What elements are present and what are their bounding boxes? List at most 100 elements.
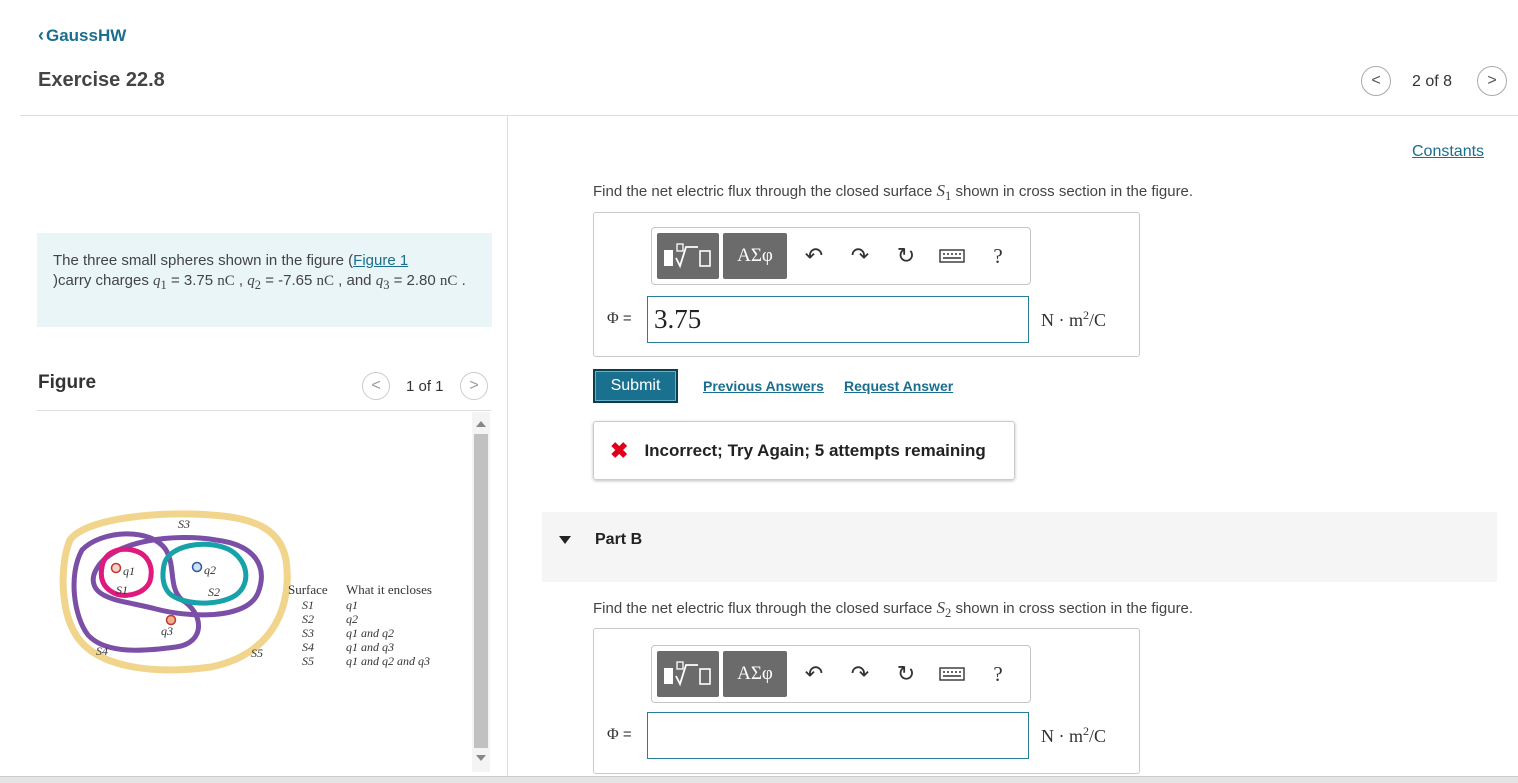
back-link-label: GaussHW xyxy=(46,25,127,45)
label-q3: q3 xyxy=(161,624,173,638)
table-surface-cell: S5 xyxy=(302,654,314,668)
label-s1: S1 xyxy=(116,583,128,597)
chevron-left-icon: < xyxy=(371,377,381,394)
part-a-question: Find the net electric flux through the c… xyxy=(593,181,1193,204)
help-icon[interactable]: ? xyxy=(975,651,1021,697)
table-surface-cell: S3 xyxy=(302,626,314,640)
units-text: /C xyxy=(1089,726,1107,746)
equals-sign: = xyxy=(618,726,632,743)
chevron-right-icon: > xyxy=(469,377,479,394)
part-b-header[interactable] xyxy=(542,512,1497,582)
keyboard-icon[interactable] xyxy=(929,233,975,279)
units-label: N · m2/C xyxy=(1041,724,1106,747)
gauss-surfaces-figure: q1 S1 q2 S2 S3 q3 S4 S5 Surface What it … xyxy=(59,510,432,674)
question-text: Find the net electric flux through the c… xyxy=(593,183,937,200)
templates-button[interactable] xyxy=(657,651,719,697)
header-divider xyxy=(20,115,1518,116)
caret-down-icon[interactable] xyxy=(559,536,571,544)
equals-sign: = xyxy=(618,310,632,327)
feedback-text: Incorrect; Try Again; 5 attempts remaini… xyxy=(644,440,986,460)
part-b-question: Find the net electric flux through the c… xyxy=(593,598,1193,621)
chevron-left-icon: ‹ xyxy=(38,25,44,45)
help-icon[interactable]: ? xyxy=(975,233,1021,279)
templates-button[interactable] xyxy=(657,233,719,279)
charge-value: = 3.75 xyxy=(166,272,218,289)
phi-label: Φ = xyxy=(607,310,632,328)
units-text: /C xyxy=(1089,310,1107,330)
table-surface-cell: S2 xyxy=(302,612,314,626)
phi-symbol: Φ xyxy=(607,726,619,743)
next-figure-button[interactable]: > xyxy=(460,372,488,400)
undo-icon[interactable]: ↶ xyxy=(791,651,837,697)
units-text: N · m xyxy=(1041,310,1083,330)
prev-figure-button[interactable]: < xyxy=(362,372,390,400)
label-s4: S4 xyxy=(96,644,108,658)
incorrect-x-icon: ✖ xyxy=(610,437,629,463)
label-q2: q2 xyxy=(204,563,216,577)
scroll-up-arrow-icon[interactable] xyxy=(476,421,486,427)
back-link[interactable]: ‹ GaussHW xyxy=(38,25,126,46)
problem-text: , xyxy=(234,272,248,289)
column-divider xyxy=(507,116,508,783)
charge-value: = 2.80 xyxy=(389,272,440,289)
next-exercise-button[interactable]: > xyxy=(1477,66,1507,96)
reset-icon[interactable]: ↻ xyxy=(883,233,929,279)
reset-icon[interactable]: ↻ xyxy=(883,651,929,697)
templates-icon xyxy=(664,661,711,687)
scroll-down-arrow-icon[interactable] xyxy=(476,755,486,761)
prev-exercise-button[interactable]: < xyxy=(1361,66,1391,96)
math-toolbar: ΑΣφ ↶ ↷ ↻ ? xyxy=(651,227,1031,285)
problem-text: )carry charges xyxy=(53,272,154,289)
label-s5: S5 xyxy=(251,646,263,660)
label-s3: S3 xyxy=(178,517,190,531)
units-label: N · m2/C xyxy=(1041,308,1106,331)
submit-button[interactable]: Submit xyxy=(593,369,678,403)
charge-unit: nC xyxy=(316,273,334,289)
constants-link[interactable]: Constants xyxy=(1412,143,1484,161)
charge-symbol: q xyxy=(247,273,255,289)
figure-scrollbar-thumb[interactable] xyxy=(474,434,488,748)
problem-text: , and xyxy=(334,272,376,289)
question-text: Find the net electric flux through the c… xyxy=(593,600,937,617)
redo-icon[interactable]: ↷ xyxy=(837,651,883,697)
feedback-message: ✖ Incorrect; Try Again; 5 attempts remai… xyxy=(593,421,1015,480)
math-toolbar: ΑΣφ ↶ ↷ ↻ ? xyxy=(651,645,1031,703)
table-encloses-cell: q1 and q3 xyxy=(346,640,394,654)
charge-unit: nC xyxy=(439,273,458,289)
part-a-answer-box: ΑΣφ ↶ ↷ ↻ ? Φ = 3.75 N · m2/C xyxy=(593,212,1140,357)
table-encloses-cell: q1 and q2 xyxy=(346,626,394,640)
charge-unit: nC xyxy=(217,273,235,289)
table-encloses-cell: q1 xyxy=(346,598,358,612)
phi-symbol: Φ xyxy=(607,310,619,327)
charge-value: = -7.65 xyxy=(261,272,317,289)
problem-statement: The three small spheres shown in the fig… xyxy=(37,233,492,327)
table-surface-cell: S1 xyxy=(302,598,314,612)
phi-label: Φ = xyxy=(607,726,632,744)
question-text: shown in cross section in the figure. xyxy=(951,600,1194,617)
keyboard-icon[interactable] xyxy=(929,651,975,697)
redo-icon[interactable]: ↷ xyxy=(837,233,883,279)
part-b-title: Part B xyxy=(595,531,643,548)
greek-symbols-button[interactable]: ΑΣφ xyxy=(723,651,787,697)
table-encloses-cell: q1 and q2 and q3 xyxy=(346,654,430,668)
surface-symbol: S xyxy=(936,598,946,617)
undo-icon[interactable]: ↶ xyxy=(791,233,837,279)
table-header-encloses: What it encloses xyxy=(346,582,432,597)
label-s2: S2 xyxy=(208,585,220,599)
table-encloses-cell: q2 xyxy=(346,612,358,626)
chevron-right-icon: > xyxy=(1487,72,1497,89)
greek-symbols-button[interactable]: ΑΣφ xyxy=(723,233,787,279)
exercise-pager: 2 of 8 xyxy=(1412,73,1453,90)
table-surface-cell: S4 xyxy=(302,640,314,654)
keyboard-icon-graphic xyxy=(939,249,965,263)
request-answer-link[interactable]: Request Answer xyxy=(844,378,953,394)
part-b-answer-input[interactable] xyxy=(647,712,1029,759)
bottom-scrollbar[interactable] xyxy=(0,776,1518,783)
charge-q1-sphere xyxy=(110,562,122,574)
label-q1: q1 xyxy=(123,564,135,578)
figure-link[interactable]: Figure 1 xyxy=(353,252,408,269)
part-b-answer-box: ΑΣφ ↶ ↷ ↻ ? Φ = N · m2/C xyxy=(593,628,1140,774)
previous-answers-link[interactable]: Previous Answers xyxy=(703,378,824,394)
part-a-answer-input[interactable]: 3.75 xyxy=(647,296,1029,343)
problem-text: The three small spheres shown in the fig… xyxy=(53,252,354,269)
